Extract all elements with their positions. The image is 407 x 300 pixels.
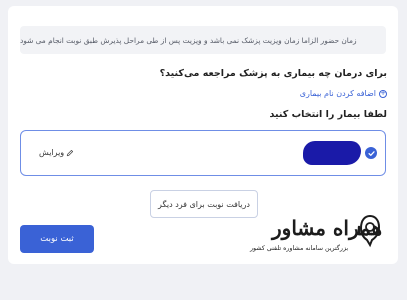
headset-icon (357, 214, 381, 248)
plus-circle-icon: + (379, 89, 387, 98)
check-icon[interactable] (365, 147, 377, 159)
submit-appointment-button[interactable]: ثبت نوبت (20, 225, 94, 253)
add-disease-link[interactable]: + اضافه کردن نام بیماری (300, 89, 387, 98)
edit-patient-button[interactable]: ویرایش (39, 148, 74, 157)
select-patient-title: لطفا بیمار را انتخاب کنید (269, 109, 387, 120)
disease-question: برای درمان چه بیماری به پزشک مراجعه می‌ک… (159, 68, 387, 79)
watermark-logo: همراه مشاور بزرگترین سامانه مشاوره تلفنی… (250, 214, 382, 258)
pencil-icon (66, 149, 74, 156)
add-disease-label: اضافه کردن نام بیماری (299, 89, 376, 98)
other-person-button[interactable]: دریافت نوبت برای فرد دیگر (150, 190, 258, 218)
logo-sub-text: بزرگترین سامانه مشاوره تلفنی کشور (250, 245, 349, 252)
patient-option-card[interactable]: ویرایش (20, 130, 386, 176)
notice-text: زمان حضور الزاما زمان ویزیت پزشک نمی باش… (20, 35, 357, 45)
patient-name-redacted (303, 141, 361, 165)
edit-label: ویرایش (39, 148, 65, 157)
notice-banner: زمان حضور الزاما زمان ویزیت پزشک نمی باش… (20, 26, 386, 54)
